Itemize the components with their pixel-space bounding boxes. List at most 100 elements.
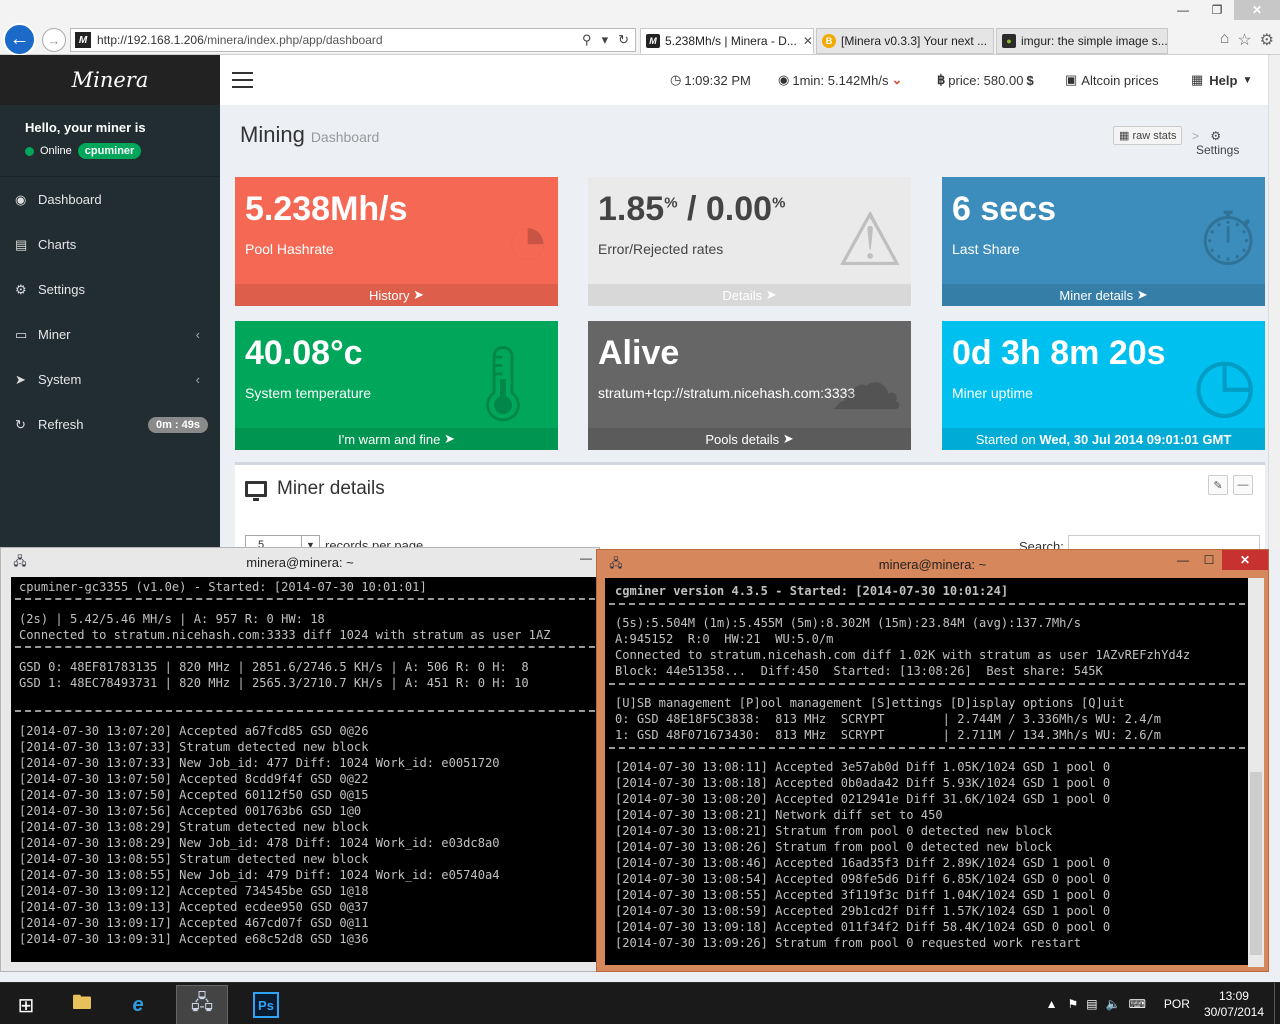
putty-icon: 🖧	[13, 553, 27, 568]
address-bar[interactable]: M http://192.168.1.206/minera/index.php/…	[70, 28, 636, 52]
cpuminer-devices: GSD 0: 48EF81783135 | 820 MHz | 2851.6/2…	[19, 659, 529, 691]
terminal-scrollbar[interactable]	[1248, 578, 1264, 967]
history-link[interactable]: History ➤	[235, 284, 558, 306]
dashboard-icon: ◉	[778, 72, 790, 87]
altcoin-prices-link[interactable]: ▣ Altcoin prices	[1065, 55, 1159, 105]
clock: ◷ 1:09:32 PM	[670, 55, 751, 105]
sidebar-item-label: Charts	[38, 237, 77, 252]
terminal-screen[interactable]: cpuminer-gc3355 (v1.0e) - Started: [2014…	[11, 577, 599, 962]
putty-taskbar-icon[interactable]: 🖧	[176, 985, 228, 1024]
sidebar-item-refresh[interactable]: ↻ Refresh 0m : 49s	[0, 402, 220, 447]
pools-details-link[interactable]: Pools details ➤	[588, 428, 911, 450]
terminal-screen[interactable]: cgminer version 4.3.5 - Started: [2014-0…	[605, 578, 1248, 965]
speedometer-icon: ◔	[505, 198, 550, 281]
dropdown-icon[interactable]: ▾	[602, 32, 609, 48]
divider	[609, 747, 1245, 749]
volume-icon[interactable]: 🔈	[1106, 997, 1121, 1011]
pencil-icon: ✎	[1213, 479, 1223, 492]
hashrate-indicator[interactable]: ◉ 1min: 5.142Mh/s ⌄	[778, 55, 902, 105]
forward-button[interactable]: →	[42, 28, 66, 52]
sidebar-item-miner[interactable]: ▭ Miner ‹	[0, 312, 220, 357]
terminal-window-cgminer[interactable]: 🖧 minera@minera: ~ — ☐ ✕ cgminer version…	[596, 549, 1269, 972]
arrow-circle-right-icon: ➤	[413, 287, 424, 302]
search-icon[interactable]: ⚲	[582, 32, 592, 48]
scrollbar-thumb[interactable]	[1250, 772, 1262, 955]
refresh-icon: ↻	[15, 416, 26, 432]
terminal-window-cpuminer[interactable]: 🖧 minera@minera: ~ — cpuminer-gc3355 (v1…	[0, 547, 600, 972]
network-icon[interactable]: ▤	[1086, 997, 1097, 1011]
details-link[interactable]: Details ➤	[588, 284, 911, 306]
collapse-button[interactable]: —	[1233, 475, 1253, 495]
sidebar-item-dashboard[interactable]: ◉ Dashboard	[0, 177, 220, 222]
help-label: Help	[1209, 72, 1238, 88]
windows-start-icon[interactable]: ⊞	[8, 985, 44, 1024]
arrow-circle-right-icon: ➤	[1136, 287, 1148, 302]
minimize-button[interactable]: —	[1166, 0, 1200, 20]
log-line: [2014-07-30 13:08:29] Stratum detected n…	[19, 820, 369, 834]
flag-icon[interactable]: ⚑	[1068, 997, 1079, 1011]
panel-title: Miner details	[277, 478, 385, 499]
sidebar-toggle-button[interactable]	[232, 72, 253, 88]
internet-explorer-icon[interactable]: e	[116, 985, 160, 1024]
tab-label: [Minera v0.3.3] Your next ...	[841, 34, 988, 48]
refresh-icon[interactable]: ↻	[618, 32, 629, 48]
log-line: [2014-07-30 13:09:13] Accepted ecdee950 …	[19, 900, 369, 914]
btc-price[interactable]: ฿ price: 580.00 $	[937, 55, 1034, 105]
desktop-icon: ▭	[15, 326, 28, 342]
tab-minera-forum[interactable]: B [Minera v0.3.3] Your next ...	[816, 28, 994, 54]
photoshop-icon[interactable]: Ps	[244, 985, 288, 1024]
back-button[interactable]: ←	[3, 23, 36, 56]
settings-gear-icon[interactable]: ⚙	[1260, 30, 1274, 50]
sidebar-item-system[interactable]: ➤ System ‹	[0, 357, 220, 402]
terminal-titlebar[interactable]: 🖧 minera@minera: ~ — ☐ ✕	[597, 550, 1268, 578]
pool-status-value: Alive	[598, 334, 680, 372]
edit-button[interactable]: ✎	[1208, 475, 1228, 495]
log-line: [2014-07-30 13:08:59] Accepted 29b1cd2f …	[615, 904, 1111, 918]
close-button[interactable]: ✕	[1234, 0, 1280, 20]
sidebar-item-charts[interactable]: ▤ Charts	[0, 222, 220, 267]
cgminer-menu: [U]SB management [P]ool management [S]et…	[615, 696, 1125, 710]
sidebar-item-settings[interactable]: ⚙ Settings	[0, 267, 220, 312]
brand-logo[interactable]: Minera	[0, 55, 220, 105]
pool-status-box: Alive stratum+tcp://stratum.nicehash.com…	[588, 321, 911, 450]
terminal-titlebar[interactable]: 🖧 minera@minera: ~ —	[1, 548, 599, 576]
minus-icon: —	[1237, 479, 1249, 491]
stopwatch-icon: ⏱	[1199, 198, 1257, 281]
tab-minera[interactable]: M 5.238Mh/s | Minera - D... ✕	[640, 28, 814, 54]
sidebar-item-label: System	[38, 372, 82, 387]
cgminer-log: [2014-07-30 13:08:11] Accepted 3e57ab0d …	[615, 759, 1110, 951]
miner-details-link[interactable]: Miner details ➤	[942, 284, 1265, 306]
arrow-right-icon: →	[47, 32, 61, 48]
log-line: [2014-07-30 13:07:20] Accepted a67fcd85 …	[19, 724, 369, 738]
clock-icon: ◷	[670, 72, 682, 87]
show-desktop-button[interactable]	[1274, 983, 1280, 1024]
page-scrollbar[interactable]	[1268, 55, 1280, 549]
minimize-button[interactable]: —	[1170, 550, 1196, 570]
tab-imgur[interactable]: ● imgur: the simple image s...	[996, 28, 1168, 54]
restore-button[interactable]: ❐	[1200, 0, 1234, 20]
log-line: [2014-07-30 13:07:33] New Job_id: 477 Di…	[19, 756, 500, 770]
pool-hashrate-box: 5.238Mh/s Pool Hashrate ◔ History ➤	[235, 177, 558, 306]
favorites-star-icon[interactable]: ☆	[1237, 30, 1251, 50]
taskbar-clock[interactable]: 13:09 30/07/2014	[1204, 988, 1264, 1020]
help-menu[interactable]: ▦ Help ▼	[1191, 55, 1252, 105]
log-line: [2014-07-30 13:07:56] Accepted 001763b6 …	[19, 804, 362, 818]
terminal-line: GSD 1: 48EC78493731 | 820 MHz | 2565.3/2…	[19, 676, 529, 690]
pools-details-label: Pools details	[705, 431, 780, 447]
screen: — ❐ ✕ ← → M http://192.168.1.206/minera/…	[0, 0, 1280, 1024]
language-indicator[interactable]: POR	[1164, 997, 1190, 1011]
hello-text: Hello, your miner is	[25, 120, 146, 135]
home-icon[interactable]: ⌂	[1220, 30, 1230, 50]
temperature-status: I'm warm and fine	[338, 431, 441, 447]
maximize-button[interactable]: ☐	[1196, 550, 1222, 570]
temperature-status-link[interactable]: I'm warm and fine ➤	[235, 428, 558, 450]
tray-expand-icon[interactable]: ▲	[1046, 997, 1058, 1011]
close-tab-icon[interactable]: ✕	[797, 34, 813, 48]
breadcrumb[interactable]: > ⚙ Settings	[1192, 129, 1268, 157]
browser-toolbar-icons: ⌂ ☆ ⚙	[1220, 30, 1274, 50]
file-explorer-icon[interactable]: 🖿	[60, 985, 104, 1024]
raw-stats-button[interactable]: ▦ raw stats	[1113, 126, 1183, 145]
close-button[interactable]: ✕	[1222, 550, 1268, 570]
keyboard-icon[interactable]: ⌨	[1129, 997, 1146, 1011]
bitcoin-favicon: B	[822, 34, 836, 48]
